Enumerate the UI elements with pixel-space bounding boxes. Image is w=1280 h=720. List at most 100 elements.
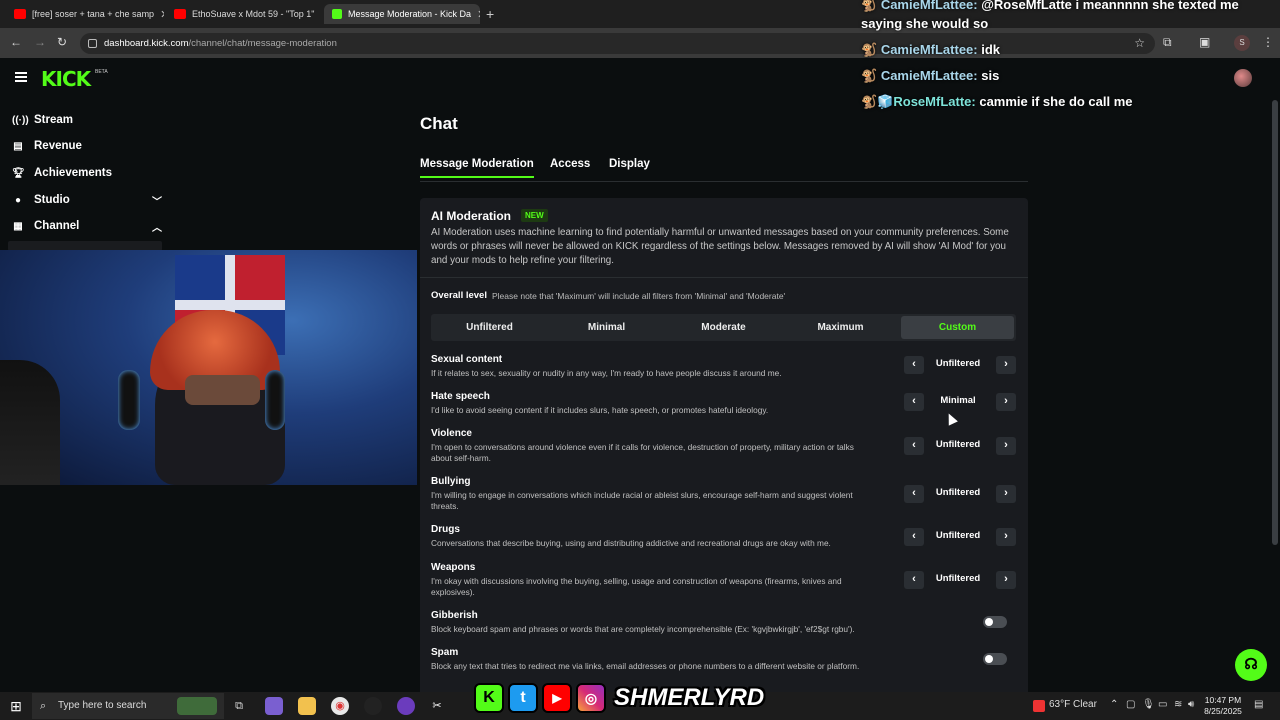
address-bar-row: ← → ↻ dashboard.kick.com/channel/chat/me… [0, 28, 1280, 58]
browser-menu-icon[interactable]: ⋮ [1262, 35, 1274, 49]
beta-badge: BETA [95, 69, 108, 75]
sidebar-item-revenue[interactable]: ▤ Revenue [12, 137, 162, 155]
headset-left [118, 370, 140, 430]
chevron-right-icon[interactable]: › [996, 571, 1016, 589]
taskbar-clock[interactable]: 10:47 PM 8/25/2025 [1200, 695, 1246, 717]
browser-tab-1[interactable]: [free] soser + tana + che samp ✕ [6, 4, 164, 24]
tab-message-moderation[interactable]: Message Moderation [420, 158, 534, 178]
forward-icon[interactable]: → [34, 35, 46, 49]
clock-date: 8/25/2025 [1204, 706, 1242, 716]
browser-tab-title: EthoSuave x Mdot 59 - "Top 1" [192, 9, 315, 19]
close-icon[interactable]: ✕ [160, 8, 164, 21]
sidebar-item-label: Revenue [34, 140, 82, 152]
gibberish-toggle[interactable] [983, 616, 1007, 628]
toggle-description: Block keyboard spam and phrases or words… [431, 624, 855, 634]
close-icon[interactable]: ✕ [477, 8, 480, 21]
level-maximum[interactable]: Maximum [782, 314, 899, 341]
sidebar-item-label: Studio [34, 194, 70, 206]
back-icon[interactable]: ← [10, 35, 22, 49]
twitter-icon: t [508, 683, 538, 713]
page-title: Chat [420, 114, 458, 133]
chrome-icon[interactable]: ◉ [331, 697, 349, 715]
tab-display[interactable]: Display [609, 158, 650, 170]
mic-stand [0, 360, 60, 485]
site-info-icon[interactable] [88, 39, 97, 48]
chat-username: RoseMfLatte: [893, 94, 976, 109]
tab-access[interactable]: Access [550, 158, 590, 170]
extensions-icon[interactable]: ⧉ [1163, 35, 1172, 50]
webcam-overlay [0, 250, 417, 485]
level-minimal[interactable]: Minimal [548, 314, 665, 341]
battery-icon[interactable]: ▭ [1158, 699, 1167, 710]
chevron-right-icon[interactable]: › [996, 528, 1016, 546]
chevron-right-icon[interactable]: › [996, 393, 1016, 411]
chevron-down-icon: ﹀ [152, 196, 162, 208]
chevron-left-icon[interactable]: ‹ [904, 356, 924, 374]
category-level-value: Unfiltered [935, 487, 981, 498]
bookmark-star-icon[interactable]: ☆ [1134, 33, 1145, 54]
tray-app-icon[interactable]: ▢ [1126, 699, 1135, 710]
user-avatar[interactable] [1234, 69, 1252, 87]
hamburger-menu-icon[interactable] [15, 72, 27, 82]
sidebar-item-studio[interactable]: ● Studio ﹀ [12, 191, 162, 209]
notification-icon[interactable]: ▤ [1254, 699, 1263, 710]
chevron-left-icon[interactable]: ‹ [904, 437, 924, 455]
chevron-right-icon[interactable]: › [996, 437, 1016, 455]
chevron-left-icon[interactable]: ‹ [904, 571, 924, 589]
obs-icon[interactable] [364, 697, 382, 715]
chevron-left-icon[interactable]: ‹ [904, 485, 924, 503]
tray-chevron-icon[interactable]: ⌃ [1110, 699, 1118, 710]
kick-logo[interactable]: KICK [41, 67, 91, 91]
category-description: I'm willing to engage in conversations w… [431, 490, 853, 511]
reload-icon[interactable]: ↻ [57, 35, 67, 49]
overall-level-note: Please note that 'Maximum' will include … [492, 291, 786, 301]
chevron-right-icon[interactable]: › [996, 485, 1016, 503]
category-level-value: Unfiltered [935, 530, 981, 541]
task-view-icon[interactable]: ⧉ [230, 697, 248, 715]
microphone-icon[interactable]: 🎙︎ [1142, 699, 1155, 710]
search-highlight-icon[interactable] [177, 697, 217, 715]
sidebar-item-channel[interactable]: ▦ Channel ︿ [12, 217, 162, 235]
ai-moderation-card: AI Moderation NEW AI Moderation uses mac… [420, 198, 1028, 698]
settings-tabs: Message Moderation Access Display [420, 157, 1028, 182]
browser-tab-3[interactable]: Message Moderation - Kick Da ✕ [324, 4, 480, 24]
chevron-left-icon[interactable]: ‹ [904, 528, 924, 546]
browser-tab-2[interactable]: EthoSuave x Mdot 59 - "Top 1" ✕ [166, 4, 320, 24]
divider [420, 277, 1028, 278]
chat-message: 🐒🧊RoseMfLatte: cammie if she do call me [861, 94, 1133, 109]
category-level-control: ‹ Unfiltered › [904, 437, 1018, 455]
level-unfiltered[interactable]: Unfiltered [431, 314, 548, 341]
spam-toggle[interactable] [983, 653, 1007, 665]
profile-avatar[interactable]: S [1234, 35, 1250, 51]
windows-start-icon[interactable]: ⊞ [7, 697, 25, 715]
chevron-left-icon[interactable]: ‹ [904, 393, 924, 411]
weather-text[interactable]: 63°F Clear [1049, 699, 1097, 710]
wifi-icon[interactable]: ≋ [1174, 699, 1182, 710]
file-explorer-icon[interactable] [298, 697, 316, 715]
search-icon: ⌕ [40, 700, 47, 712]
category-description: If it relates to sex, sexuality or nudit… [431, 368, 782, 378]
app-icon[interactable] [397, 697, 415, 715]
channel-icon: ▦ [13, 220, 23, 232]
category-level-control: ‹ Unfiltered › [904, 485, 1018, 503]
category-row-violence: Violence I'm open to conversations aroun… [431, 428, 1016, 464]
weather-icon[interactable] [1033, 700, 1045, 712]
sidepanel-icon[interactable]: ▣ [1199, 35, 1210, 49]
level-custom[interactable]: Custom [901, 316, 1014, 339]
scrollbar[interactable] [1272, 100, 1278, 545]
level-moderate[interactable]: Moderate [665, 314, 782, 341]
new-tab-button[interactable]: + [486, 6, 494, 22]
sidebar-item-stream[interactable]: ((·)) Stream [12, 111, 162, 129]
sidebar-item-label: Channel [34, 220, 80, 232]
chat-message: 🐒 CamieMfLattee: @RoseMfLatte i meannnnn… [861, 0, 1239, 13]
chat-text: @RoseMfLatte i meannnnn she texted me [981, 0, 1239, 12]
volume-icon[interactable]: 🔊︎ [1188, 699, 1194, 710]
help-chat-button[interactable]: ☊ [1235, 649, 1267, 681]
kick-icon: K [474, 683, 504, 713]
sidebar-item-achievements[interactable]: 🏆︎ Achievements [12, 164, 162, 182]
ai-moderation-description: AI Moderation uses machine learning to f… [431, 227, 1009, 266]
capcut-icon[interactable]: ✂ [428, 697, 446, 715]
chat-text: idk [981, 42, 1001, 57]
chevron-right-icon[interactable]: › [996, 356, 1016, 374]
copilot-icon[interactable] [265, 697, 283, 715]
